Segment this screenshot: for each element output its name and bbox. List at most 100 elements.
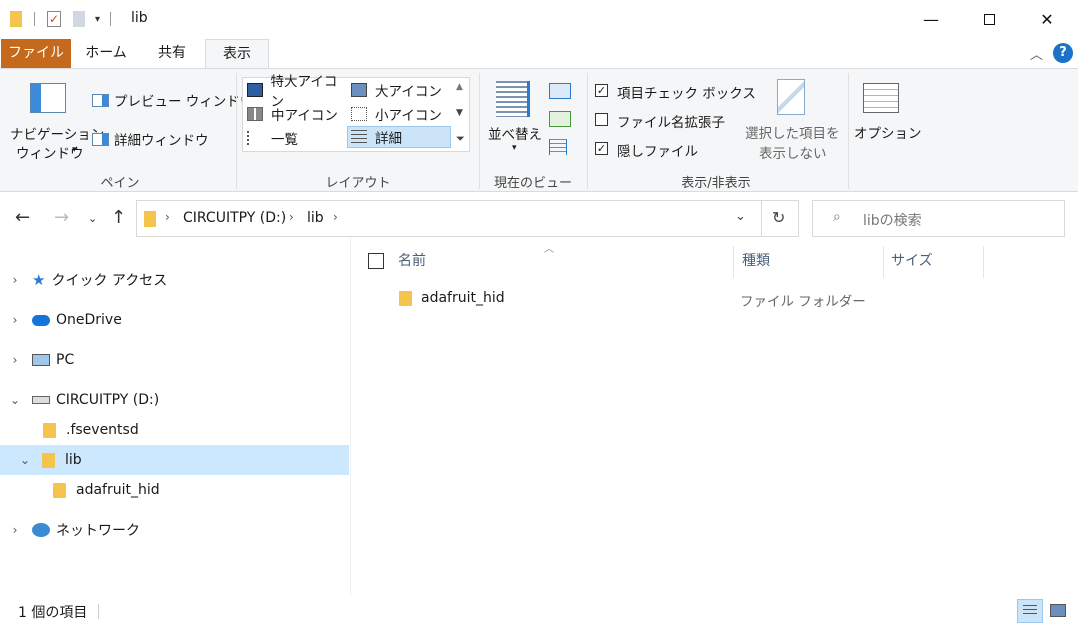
details-pane-icon xyxy=(92,132,109,146)
chevron-down-icon: ▾ xyxy=(72,145,77,155)
preview-pane-label: プレビュー ウィンドウ xyxy=(114,94,254,110)
file-extensions-label: ファイル名拡張子 xyxy=(617,115,725,131)
nav-item-pc[interactable]: › PC xyxy=(0,345,349,375)
gallery-more-icon[interactable]: ⏷ xyxy=(456,132,465,146)
navigation-pane-label: ナビゲーション xyxy=(10,127,105,143)
chevron-right-icon[interactable]: › xyxy=(8,273,22,287)
folder-icon xyxy=(43,422,56,438)
column-header-name[interactable]: 名前 xyxy=(398,250,426,270)
hidden-items-checkbox[interactable]: ✓ xyxy=(595,142,608,155)
close-button[interactable]: ✕ xyxy=(1018,0,1076,38)
chevron-right-icon: › xyxy=(289,210,294,224)
nav-item-onedrive[interactable]: › OneDrive xyxy=(0,305,349,335)
hide-selected-label: 選択した項目を xyxy=(745,126,840,142)
search-box[interactable]: ⌕ libの検索 xyxy=(812,200,1065,237)
status-bar: 1 個の項目 xyxy=(0,596,1078,627)
layout-list[interactable]: 一覧 xyxy=(244,127,348,149)
column-header-type[interactable]: 種類 xyxy=(742,250,770,270)
layout-small-icons[interactable]: 小アイコン xyxy=(348,103,452,125)
item-count: 1 個の項目 xyxy=(18,605,88,621)
options-label: オプション xyxy=(854,126,922,142)
details-icon xyxy=(351,130,367,144)
layout-medium-icons[interactable]: 中アイコン xyxy=(244,103,348,125)
folder-icon xyxy=(10,11,22,27)
folder-icon xyxy=(42,452,55,468)
search-input[interactable]: libの検索 xyxy=(863,210,922,230)
sort-by-label: 並べ替え xyxy=(488,127,542,143)
hide-selected-items-button[interactable]: 選択した項目を 表示しない xyxy=(744,79,842,163)
folder-icon xyxy=(144,211,156,227)
title-bar: ✓ ▾ lib — ✕ xyxy=(0,0,1078,38)
group-label-layout: レイアウト xyxy=(325,176,391,191)
chevron-right-icon[interactable]: › xyxy=(8,313,22,327)
navigation-pane: › ★ クイック アクセス › OneDrive › PC ⌄ CIRCUITP… xyxy=(0,260,350,595)
file-name: adafruit_hid xyxy=(421,290,505,306)
tab-share[interactable]: 共有 xyxy=(142,39,202,68)
hidden-items-label: 隠しファイル xyxy=(617,144,698,160)
group-label-show-hide: 表示/非表示 xyxy=(681,176,751,191)
chevron-down-icon[interactable]: ⌄ xyxy=(18,453,32,467)
folder-icon xyxy=(53,482,66,498)
breadcrumb-lib[interactable]: lib xyxy=(307,210,324,226)
tab-file[interactable]: ファイル xyxy=(1,39,71,68)
minimize-button[interactable]: — xyxy=(902,0,960,38)
address-bar[interactable]: › CIRCUITPY (D:) › lib › ⌄ ↻ xyxy=(136,200,799,237)
help-icon[interactable]: ? xyxy=(1053,43,1073,63)
chevron-down-icon: ▾ xyxy=(512,143,517,153)
gallery-scroll-up-icon[interactable]: ▲ xyxy=(456,82,463,92)
nav-item-fseventsd[interactable]: .fseventsd xyxy=(0,415,349,445)
cloud-icon xyxy=(32,314,50,326)
properties-checkmark-icon[interactable]: ✓ xyxy=(47,11,61,27)
column-header-size[interactable]: サイズ xyxy=(891,250,933,270)
gallery-scroll-down-icon[interactable]: ▼ xyxy=(456,108,463,118)
navigation-pane-button[interactable]: ナビゲーション ウィンドウ ▾ xyxy=(8,79,104,162)
details-view-icon[interactable] xyxy=(1017,599,1043,623)
options-button[interactable]: オプション xyxy=(853,79,922,149)
forward-arrow-icon[interactable]: → xyxy=(54,207,69,228)
details-pane-button[interactable]: 詳細ウィンドウ xyxy=(92,129,209,149)
nav-item-quick-access[interactable]: › ★ クイック アクセス xyxy=(0,265,349,295)
nav-item-lib[interactable]: ⌄ lib xyxy=(0,445,349,475)
preview-pane-button[interactable]: プレビュー ウィンドウ xyxy=(92,90,253,110)
nav-item-network[interactable]: › ネットワーク xyxy=(0,515,349,545)
details-pane-label: 詳細ウィンドウ xyxy=(114,133,209,149)
quick-access-toolbar: ✓ ▾ xyxy=(10,0,112,38)
list-item[interactable]: adafruit_hid ファイル フォルダー xyxy=(352,286,1078,312)
address-history-chevron-icon[interactable]: ⌄ xyxy=(735,209,746,224)
recent-locations-chevron-icon[interactable]: ⌄ xyxy=(88,212,97,225)
layout-extra-large-icons[interactable]: 特大アイコン xyxy=(244,74,348,110)
tab-view[interactable]: 表示 xyxy=(205,39,269,69)
chevron-down-icon[interactable]: ⌄ xyxy=(8,393,22,407)
size-all-columns-icon[interactable] xyxy=(549,139,567,155)
up-arrow-icon[interactable]: ↑ xyxy=(111,207,126,228)
list-icon xyxy=(247,131,263,145)
sort-by-button[interactable]: 並べ替え ▾ xyxy=(486,79,544,159)
large-icons-view-icon[interactable] xyxy=(1050,604,1066,617)
layout-details[interactable]: 詳細 xyxy=(347,126,451,148)
add-columns-icon[interactable] xyxy=(549,111,571,127)
maximize-button[interactable] xyxy=(960,0,1018,38)
file-extensions-checkbox[interactable] xyxy=(595,113,608,126)
customize-dropdown-icon[interactable]: ▾ xyxy=(95,14,100,25)
select-all-checkbox[interactable] xyxy=(368,253,384,269)
collapse-ribbon-icon[interactable]: ︿ xyxy=(1030,44,1043,63)
tab-home[interactable]: ホーム xyxy=(76,39,136,68)
chevron-right-icon[interactable]: › xyxy=(8,523,22,537)
group-label-pane: ペイン xyxy=(100,176,140,191)
refresh-icon[interactable]: ↻ xyxy=(772,208,785,227)
new-folder-icon[interactable] xyxy=(73,11,85,27)
medium-icons-icon xyxy=(247,107,263,121)
group-by-icon[interactable] xyxy=(549,83,571,99)
preview-pane-icon xyxy=(92,93,109,107)
nav-item-adafruit-hid[interactable]: adafruit_hid xyxy=(0,475,349,505)
chevron-right-icon[interactable]: › xyxy=(8,353,22,367)
breadcrumb-circuitpy[interactable]: CIRCUITPY (D:) xyxy=(183,210,286,226)
item-checkboxes-checkbox[interactable]: ✓ xyxy=(595,84,608,97)
back-arrow-icon[interactable]: ← xyxy=(15,207,30,228)
file-list: ︿ 名前 種類 サイズ adafruit_hid ファイル フォルダー xyxy=(352,238,1078,593)
layout-gallery: 特大アイコン 大アイコン 中アイコン 小アイコン 一覧 詳細 ▲ ▼ ⏷ xyxy=(242,74,470,152)
nav-item-circuitpy[interactable]: ⌄ CIRCUITPY (D:) xyxy=(0,385,349,415)
navigation-pane-icon xyxy=(30,83,66,113)
ribbon: ナビゲーション ウィンドウ ▾ プレビュー ウィンドウ 詳細ウィンドウ ペイン … xyxy=(0,68,1078,192)
layout-large-icons[interactable]: 大アイコン xyxy=(348,79,452,101)
